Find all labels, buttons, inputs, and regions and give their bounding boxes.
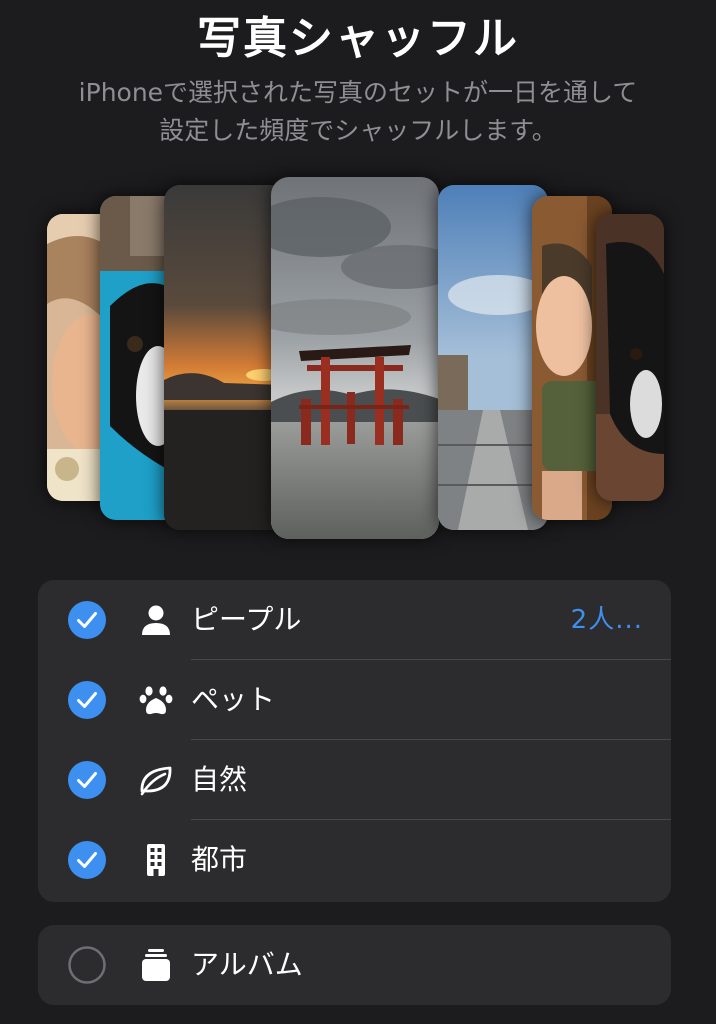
category-label-pets: ペット: [191, 683, 276, 716]
category-row-pets[interactable]: ペット: [38, 660, 671, 740]
category-row-cities[interactable]: 都市: [38, 820, 671, 900]
album-list: アルバム: [38, 925, 671, 1005]
checkmark-icon[interactable]: [68, 761, 106, 799]
page-title: 写真シャッフル: [197, 13, 519, 64]
category-row-nature[interactable]: 自然: [38, 740, 671, 820]
photo-card-dog-right: [596, 214, 664, 501]
album-row[interactable]: アルバム: [38, 925, 671, 1005]
album-label: アルバム: [191, 948, 303, 981]
category-row-people[interactable]: ピープル 2人...: [38, 580, 671, 660]
photo-card-torii-gate: [271, 177, 439, 539]
page-description: iPhoneで選択された写真のセットが一日を通して 設定した頻度でシャッフルしま…: [30, 74, 686, 150]
category-label-cities: 都市: [191, 843, 248, 876]
description-line-1: iPhoneで選択された写真のセットが一日を通して: [78, 78, 638, 107]
people-selection-value[interactable]: 2人...: [571, 580, 643, 660]
paw-icon: [139, 684, 173, 716]
checkmark-icon[interactable]: [68, 601, 106, 639]
category-list: ピープル 2人... ペット 自然 都市: [38, 580, 671, 902]
person-icon: [139, 604, 173, 636]
unchecked-circle-icon[interactable]: [68, 946, 106, 984]
building-icon: [139, 844, 173, 876]
checkmark-icon[interactable]: [68, 681, 106, 719]
photo-card-sunset: [164, 185, 286, 530]
category-label-people: ピープル: [191, 603, 302, 636]
photo-shuffle-preview: [0, 175, 716, 545]
album-stack-icon: [139, 949, 173, 981]
leaf-icon: [139, 764, 173, 796]
description-line-2: 設定した頻度でシャッフルします。: [159, 116, 557, 145]
category-label-nature: 自然: [191, 763, 248, 796]
checkmark-icon[interactable]: [68, 841, 106, 879]
